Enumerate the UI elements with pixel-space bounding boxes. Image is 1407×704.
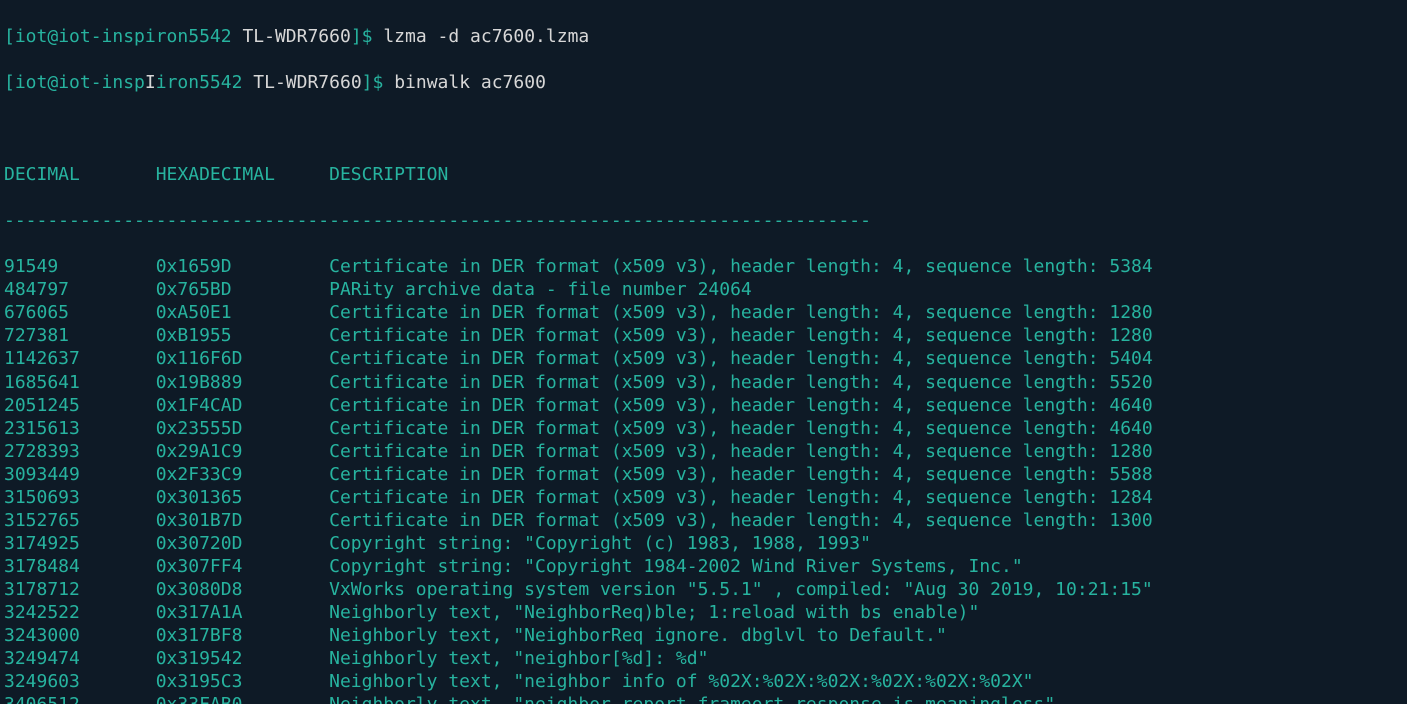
table-row: 3093449 0x2F33C9 Certificate in DER form… — [4, 463, 1403, 486]
command-0: lzma -d ac7600.lzma — [383, 26, 589, 47]
text-cursor-icon: I — [145, 72, 156, 93]
table-row: 3152765 0x301B7D Certificate in DER form… — [4, 509, 1403, 532]
table-row: 3150693 0x301365 Certificate in DER form… — [4, 486, 1403, 509]
bracket-open: [ — [4, 26, 15, 47]
table-row: 2051245 0x1F4CAD Certificate in DER form… — [4, 394, 1403, 417]
table-row: 2315613 0x23555D Certificate in DER form… — [4, 417, 1403, 440]
prompt-line-0: [iot@iot-inspiron5542 TL-WDR7660]$ lzma … — [4, 25, 1403, 48]
table-row: 3178484 0x307FF4 Copyright string: "Copy… — [4, 555, 1403, 578]
table-row: 1685641 0x19B889 Certificate in DER form… — [4, 371, 1403, 394]
table-row: 2728393 0x29A1C9 Certificate in DER form… — [4, 440, 1403, 463]
prompt-dollar: $ — [362, 26, 373, 47]
prompt-line-1: [iot@iot-inspIiron5542 TL-WDR7660]$ binw… — [4, 71, 1403, 94]
col-decimal: DECIMAL HEXADECIMAL DESCRIPTION — [4, 164, 448, 185]
prompt-dollar: $ — [373, 72, 384, 93]
table-row: 3243000 0x317BF8 Neighborly text, "Neigh… — [4, 624, 1403, 647]
prompt-user: iot@iot-inspiron5542 — [15, 26, 232, 47]
table-row: 484797 0x765BD PARity archive data - fil… — [4, 278, 1403, 301]
rule-line: ----------------------------------------… — [4, 209, 1403, 232]
table-headers: DECIMAL HEXADECIMAL DESCRIPTION — [4, 163, 1403, 186]
table-row: 727381 0xB1955 Certificate in DER format… — [4, 324, 1403, 347]
table-row: 91549 0x1659D Certificate in DER format … — [4, 255, 1403, 278]
bracket-close: ] — [362, 72, 373, 93]
bracket-close: ] — [351, 26, 362, 47]
blank-line — [4, 117, 1403, 140]
table-row: 3178712 0x3080D8 VxWorks operating syste… — [4, 578, 1403, 601]
table-row: 3242522 0x317A1A Neighborly text, "Neigh… — [4, 601, 1403, 624]
table-row: 3249603 0x3195C3 Neighborly text, "neigh… — [4, 670, 1403, 693]
output-rows: 91549 0x1659D Certificate in DER format … — [4, 255, 1403, 704]
table-row: 1142637 0x116F6D Certificate in DER form… — [4, 347, 1403, 370]
table-row: 3249474 0x319542 Neighborly text, "neigh… — [4, 647, 1403, 670]
table-row: 3406512 0x33FAB0 Neighborly text, "neigh… — [4, 693, 1403, 704]
bracket-open: [ — [4, 72, 15, 93]
prompt-host: TL-WDR7660 — [242, 26, 350, 47]
command-1: binwalk ac7600 — [394, 72, 546, 93]
terminal[interactable]: [iot@iot-inspiron5542 TL-WDR7660]$ lzma … — [0, 0, 1407, 704]
table-row: 3174925 0x30720D Copyright string: "Copy… — [4, 532, 1403, 555]
prompt-user: iot@iot-inspIiron5542 — [15, 72, 243, 93]
prompt-host: TL-WDR7660 — [253, 72, 361, 93]
table-row: 676065 0xA50E1 Certificate in DER format… — [4, 301, 1403, 324]
